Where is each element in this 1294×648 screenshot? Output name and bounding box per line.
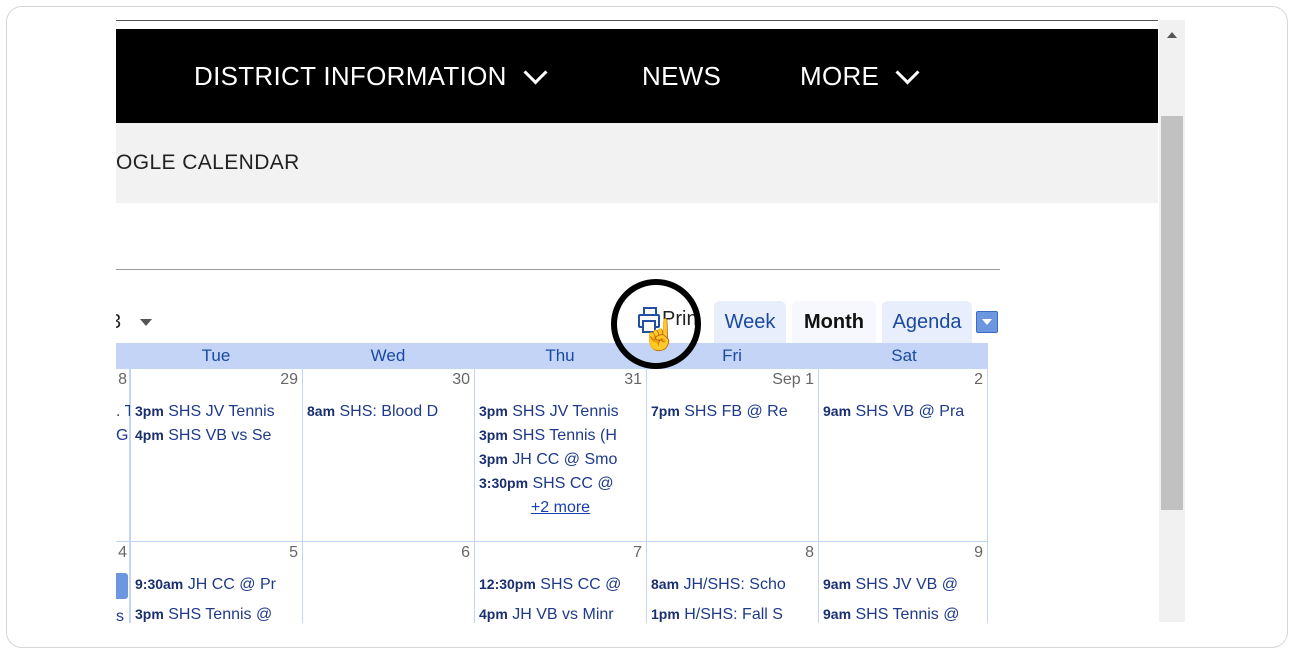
dropdown-arrow-icon[interactable]	[140, 319, 152, 326]
event[interactable]: s	[116, 608, 124, 623]
weekday-header: Sat	[891, 346, 917, 365]
chevron-down-icon	[895, 60, 920, 85]
day-cell[interactable]: 7 12:30pm SHS CC @ 4pm JH VB vs Minr	[474, 542, 646, 623]
event[interactable]: 12:30pm SHS CC @	[479, 576, 646, 594]
day-cell-partial[interactable]: 8 . T G	[116, 369, 134, 541]
nav-label: MORE	[800, 61, 880, 91]
event[interactable]: G	[116, 427, 128, 445]
weekday-header: Wed	[370, 346, 406, 365]
nav-more[interactable]: MORE	[800, 60, 920, 92]
day-number: 2	[974, 371, 983, 388]
event[interactable]: 7pm SHS FB @ Re	[651, 403, 818, 421]
day-cell[interactable]: Sep 1 7pm SHS FB @ Re	[646, 369, 818, 541]
day-number: 8	[118, 371, 127, 388]
event[interactable]: 3:30pm SHS CC @	[479, 475, 646, 493]
tab-label: Month	[804, 310, 864, 333]
tab-month[interactable]: Month	[792, 301, 876, 343]
nav-news[interactable]: NEWS	[642, 61, 721, 92]
day-number: 30	[452, 371, 470, 388]
nav-label: DISTRICT INFORMATION	[194, 61, 507, 91]
day-cell[interactable]: 2 9am SHS VB @ Pra	[818, 369, 987, 541]
day-number: 4	[118, 544, 127, 561]
day-cell[interactable]: 31 3pm SHS JV Tennis 3pm SHS Tennis (H 3…	[474, 369, 646, 541]
tab-agenda[interactable]: Agenda	[882, 301, 972, 343]
divider	[116, 269, 1000, 270]
nav-district-information[interactable]: DISTRICT INFORMATION	[194, 60, 548, 92]
event-chip[interactable]	[116, 573, 128, 599]
day-cell[interactable]: 9 9am SHS JV VB @ 9am SHS Tennis @	[818, 542, 987, 623]
event[interactable]: 4pm JH VB vs Minr	[479, 606, 646, 623]
google-calendar-bar: OGLE CALENDAR	[116, 123, 1158, 203]
day-cell[interactable]: 30 8am SHS: Blood D	[302, 369, 474, 541]
day-number: Sep 1	[772, 371, 814, 388]
top-navbar: DISTRICT INFORMATION NEWS MORE	[116, 29, 1158, 123]
event[interactable]: 9:30am JH CC @ Pr	[135, 576, 302, 594]
day-cell[interactable]: 8 8am JH/SHS: Scho 1pm H/SHS: Fall S	[646, 542, 818, 623]
day-number: 5	[289, 544, 298, 561]
day-number: 31	[624, 371, 642, 388]
calendar-menu-dropdown[interactable]	[976, 311, 998, 333]
scroll-up-arrow-icon[interactable]	[1167, 32, 1177, 38]
vertical-scrollbar[interactable]	[1159, 20, 1185, 622]
month-grid: Tue Wed Thu Fri Sat 8 . T G 29 3pm SHS J…	[116, 343, 988, 623]
event[interactable]: 9am SHS JV VB @	[823, 576, 987, 594]
day-number: 6	[461, 544, 470, 561]
scrollbar-thumb[interactable]	[1161, 116, 1183, 510]
tab-week[interactable]: Week	[714, 301, 786, 343]
nav-label: NEWS	[642, 61, 722, 91]
day-cell[interactable]: 5 9:30am JH CC @ Pr 3pm SHS Tennis @	[130, 542, 302, 623]
day-cell[interactable]: 29 3pm SHS JV Tennis 4pm SHS VB vs Se	[130, 369, 302, 541]
pointer-hand-icon: ☝	[641, 319, 679, 352]
event[interactable]: 1pm H/SHS: Fall S	[651, 606, 818, 623]
event[interactable]: 8am SHS: Blood D	[307, 403, 474, 421]
day-number: 8	[805, 544, 814, 561]
chevron-down-icon	[523, 60, 548, 85]
weekday-header: Tue	[201, 346, 231, 365]
google-calendar-link[interactable]: OGLE CALENDAR	[116, 151, 300, 175]
event[interactable]: 9am SHS Tennis @	[823, 606, 987, 623]
event[interactable]: 9am SHS VB @ Pra	[823, 403, 987, 421]
event[interactable]: 4pm SHS VB vs Se	[135, 427, 302, 445]
event[interactable]: 3pm SHS Tennis @	[135, 606, 302, 623]
event[interactable]: 3pm SHS JV Tennis	[135, 403, 302, 421]
event[interactable]: 3pm SHS JV Tennis	[479, 403, 646, 421]
event[interactable]: 3pm SHS Tennis (H	[479, 427, 646, 445]
tab-label: Week	[724, 310, 776, 333]
day-cell[interactable]: 6	[302, 542, 474, 623]
more-events-link[interactable]: +2 more	[475, 499, 646, 517]
event[interactable]: 8am JH/SHS: Scho	[651, 576, 818, 594]
day-number: 9	[974, 544, 983, 561]
day-number: 7	[633, 544, 642, 561]
tab-label: Agenda	[892, 310, 962, 333]
calendar-title: 3	[116, 311, 121, 334]
event[interactable]: 3pm JH CC @ Smo	[479, 451, 646, 469]
day-number: 29	[280, 371, 298, 388]
